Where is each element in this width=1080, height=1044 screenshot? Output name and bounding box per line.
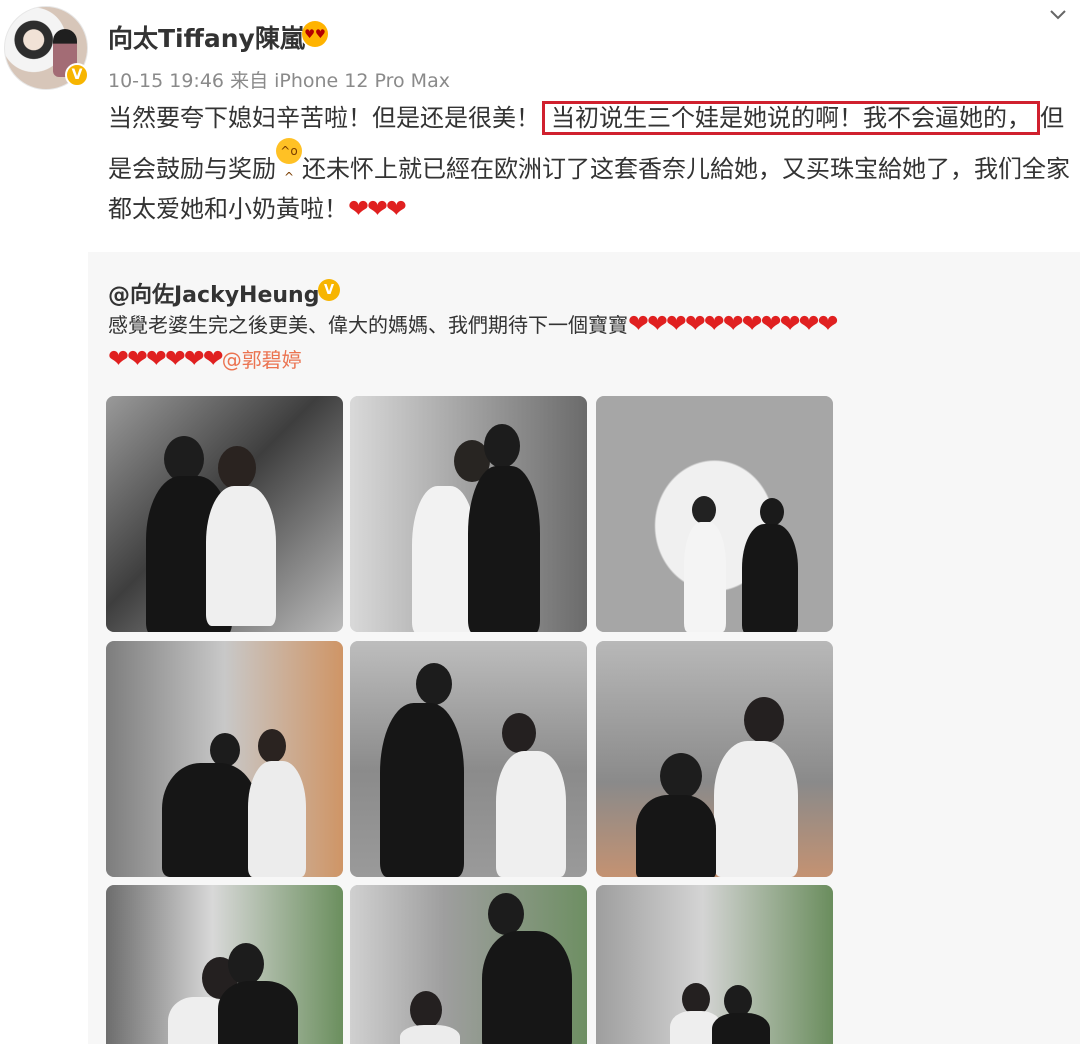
author-name[interactable]: 向太Tiffany陳嵐: [108, 19, 305, 55]
repost-hearts-line1: ❤❤❤❤❤❤❤❤❤❤❤: [628, 309, 838, 338]
mention-link[interactable]: @郭碧婷: [222, 348, 302, 372]
post-meta: 10-15 19:46 来自 iPhone 12 Pro Max: [108, 66, 450, 93]
photo-9[interactable]: [596, 885, 833, 1044]
verified-badge-icon: V: [318, 279, 340, 301]
repost-author[interactable]: @向佐JackyHeung: [108, 277, 319, 309]
repost-text: 感覺老婆生完之後更美、偉大的媽媽、我們期待下一個寶寶❤❤❤❤❤❤❤❤❤❤❤ ❤❤…: [108, 307, 1068, 377]
post-text-part1: 当然要夸下媳妇辛苦啦！但是还是很美！: [108, 104, 540, 132]
repost-hearts-line2: ❤❤❤❤❤❤: [108, 344, 224, 373]
photo-4[interactable]: [106, 641, 343, 877]
photo-8[interactable]: [350, 885, 587, 1044]
photo-7[interactable]: [106, 885, 343, 1044]
post-content: 当然要夸下媳妇辛苦啦！但是还是很美！ 当初说生三个娃是她说的啊！我不会逼她的， 但是…: [108, 98, 1072, 229]
photo-3[interactable]: [596, 396, 833, 632]
author-avatar[interactable]: V: [4, 6, 89, 90]
laughing-emoji-icon: ^o^: [276, 138, 302, 184]
photo-2[interactable]: [350, 396, 587, 632]
post-source: 来自 iPhone 12 Pro Max: [230, 70, 450, 92]
post-time[interactable]: 10-15 19:46: [108, 70, 224, 92]
photo-1[interactable]: [106, 396, 343, 632]
highlight-box: 当初说生三个娃是她说的啊！我不会逼她的，: [542, 101, 1040, 135]
weibo-post: V 向太Tiffany陳嵐 ♥♥ 10-15 19:46 来自 iPhone 1…: [0, 0, 1080, 1044]
verified-badge-icon: V: [65, 63, 89, 87]
hearts-emoji: ❤❤❤: [348, 194, 407, 223]
photo-6[interactable]: [596, 641, 833, 877]
heart-eyes-emoji-icon: ♥♥: [302, 21, 328, 47]
repost-body: 感覺老婆生完之後更美、偉大的媽媽、我們期待下一個寶寶: [108, 313, 628, 337]
chevron-down-icon[interactable]: [1047, 4, 1069, 26]
photo-5[interactable]: [350, 641, 587, 877]
